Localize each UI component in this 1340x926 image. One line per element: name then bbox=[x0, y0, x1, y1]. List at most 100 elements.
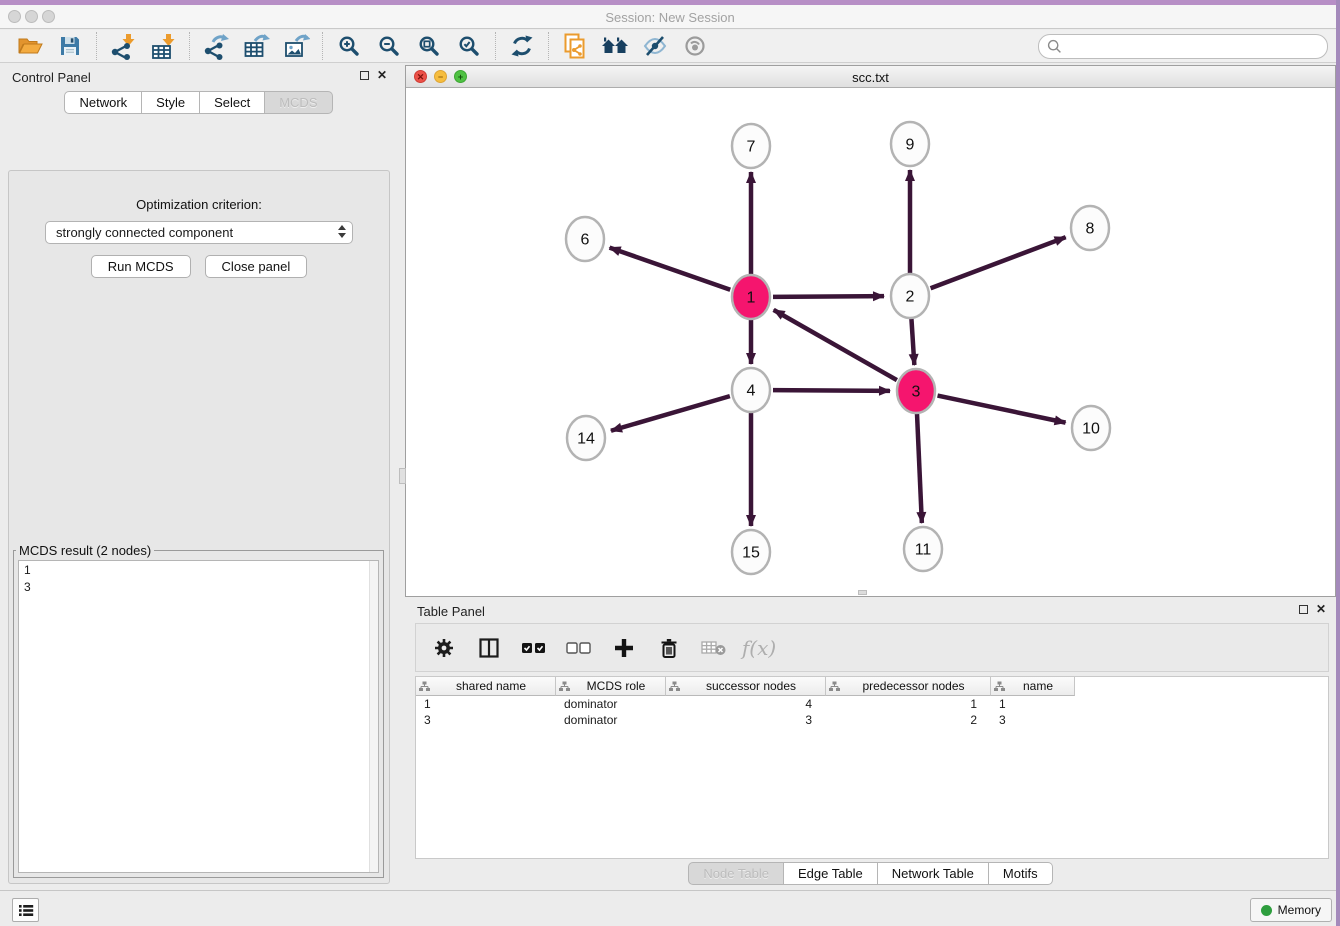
toolbar-separator bbox=[96, 32, 97, 60]
table-cell[interactable]: 2 bbox=[826, 713, 991, 727]
hide-selected-icon[interactable] bbox=[635, 31, 675, 61]
import-network-icon[interactable] bbox=[103, 31, 143, 61]
edge-1-6[interactable] bbox=[610, 248, 731, 290]
table-panel-title: Table Panel bbox=[417, 604, 485, 619]
refresh-icon[interactable] bbox=[502, 31, 542, 61]
tab-network[interactable]: Network bbox=[64, 91, 142, 114]
export-network-icon[interactable] bbox=[196, 31, 236, 61]
network-canvas[interactable]: 1234678910111415 bbox=[406, 88, 1335, 596]
select-all-checkboxes-icon[interactable] bbox=[520, 633, 548, 663]
zoom-out-icon[interactable] bbox=[369, 31, 409, 61]
zoom-fit-icon[interactable] bbox=[409, 31, 449, 61]
settings-gear-icon[interactable] bbox=[430, 633, 458, 663]
criterion-value: strongly connected component bbox=[56, 225, 233, 240]
node-label-1: 1 bbox=[747, 290, 756, 307]
delete-row-icon[interactable] bbox=[655, 633, 683, 663]
desktop-background-top bbox=[0, 0, 1340, 5]
first-neighbors-icon[interactable] bbox=[595, 31, 635, 61]
tab-style[interactable]: Style bbox=[142, 91, 200, 114]
horizontal-splitter-grip[interactable] bbox=[858, 590, 867, 595]
tab-mcds[interactable]: MCDS bbox=[265, 91, 332, 114]
clone-network-icon[interactable] bbox=[555, 31, 595, 61]
edge-1-2[interactable] bbox=[773, 296, 884, 297]
node-label-8: 8 bbox=[1086, 221, 1095, 238]
function-builder-icon[interactable]: f(x) bbox=[745, 633, 773, 663]
fx-label: f(x) bbox=[742, 636, 776, 660]
control-panel-title: Control Panel bbox=[12, 70, 91, 85]
table-cell[interactable]: dominator bbox=[556, 713, 666, 727]
column-header-MCDS-role[interactable]: MCDS role bbox=[556, 677, 666, 696]
edge-2-8[interactable] bbox=[931, 237, 1066, 288]
run-mcds-button[interactable]: Run MCDS bbox=[91, 255, 191, 278]
network-window-titlebar[interactable]: ✕ − + scc.txt bbox=[406, 66, 1335, 88]
column-header-shared-name[interactable]: shared name bbox=[416, 677, 556, 696]
mcds-result-title: MCDS result (2 nodes) bbox=[16, 543, 154, 558]
tab-network-table[interactable]: Network Table bbox=[878, 862, 989, 885]
edge-3-11[interactable] bbox=[917, 413, 922, 523]
table-cell[interactable]: 3 bbox=[991, 713, 1075, 727]
node-label-14: 14 bbox=[577, 431, 595, 448]
tab-node-table[interactable]: Node Table bbox=[688, 862, 784, 885]
toolbar-separator bbox=[189, 32, 190, 60]
zoom-selected-icon[interactable] bbox=[449, 31, 489, 61]
search-input[interactable] bbox=[1067, 40, 1319, 54]
open-session-icon[interactable] bbox=[10, 31, 50, 61]
edge-4-3[interactable] bbox=[773, 390, 890, 391]
close-panel-icon[interactable]: ✕ bbox=[377, 70, 387, 81]
tab-edge-table[interactable]: Edge Table bbox=[784, 862, 878, 885]
table-body: 1dominator4113dominator323 bbox=[416, 696, 1328, 728]
table-cell[interactable]: 1 bbox=[826, 697, 991, 711]
table-cell[interactable]: 3 bbox=[416, 713, 556, 727]
tab-motifs[interactable]: Motifs bbox=[989, 862, 1053, 885]
export-table-icon[interactable] bbox=[236, 31, 276, 61]
close-panel-button[interactable]: Close panel bbox=[205, 255, 308, 278]
edge-2-3[interactable] bbox=[911, 318, 914, 365]
control-panel-tabs: NetworkStyleSelectMCDS bbox=[0, 91, 397, 114]
search-box[interactable] bbox=[1038, 34, 1328, 59]
node-label-10: 10 bbox=[1082, 421, 1100, 438]
column-header-successor-nodes[interactable]: successor nodes bbox=[666, 677, 826, 696]
add-row-icon[interactable] bbox=[610, 633, 638, 663]
toggle-columns-icon[interactable] bbox=[475, 633, 503, 663]
delete-table-icon[interactable] bbox=[700, 633, 728, 663]
node-label-7: 7 bbox=[747, 139, 756, 156]
memory-button[interactable]: Memory bbox=[1250, 898, 1332, 922]
table-row[interactable]: 3dominator323 bbox=[416, 712, 1328, 728]
task-history-button[interactable] bbox=[12, 898, 39, 922]
show-all-icon[interactable] bbox=[675, 31, 715, 61]
criterion-dropdown[interactable]: strongly connected component bbox=[45, 221, 353, 244]
toolbar-separator bbox=[322, 32, 323, 60]
table-cell[interactable]: 1 bbox=[416, 697, 556, 711]
node-label-4: 4 bbox=[747, 383, 756, 400]
node-table[interactable]: shared nameMCDS rolesuccessor nodesprede… bbox=[415, 676, 1329, 859]
memory-status-icon bbox=[1261, 905, 1272, 916]
mcds-result-text[interactable]: 1 3 bbox=[18, 560, 379, 873]
table-header-row: shared nameMCDS rolesuccessor nodesprede… bbox=[416, 677, 1328, 696]
tab-select[interactable]: Select bbox=[200, 91, 265, 114]
network-graph[interactable]: 1234678910111415 bbox=[406, 88, 1335, 596]
vertical-splitter-grip[interactable] bbox=[399, 468, 406, 484]
result-scrollbar[interactable] bbox=[369, 561, 378, 872]
table-cell[interactable]: dominator bbox=[556, 697, 666, 711]
column-header-name[interactable]: name bbox=[991, 677, 1075, 696]
close-table-panel-icon[interactable]: ✕ bbox=[1316, 604, 1326, 615]
float-table-panel-icon[interactable] bbox=[1299, 605, 1308, 614]
table-cell[interactable]: 3 bbox=[666, 713, 826, 727]
table-cell[interactable]: 4 bbox=[666, 697, 826, 711]
app-titlebar: Session: New Session bbox=[0, 5, 1340, 29]
table-toolbar: f(x) bbox=[415, 623, 1329, 672]
import-table-icon[interactable] bbox=[143, 31, 183, 61]
save-session-icon[interactable] bbox=[50, 31, 90, 61]
zoom-in-icon[interactable] bbox=[329, 31, 369, 61]
status-bar: Memory bbox=[0, 890, 1340, 926]
table-row[interactable]: 1dominator411 bbox=[416, 696, 1328, 712]
edge-4-14[interactable] bbox=[611, 396, 730, 431]
edge-3-10[interactable] bbox=[938, 396, 1066, 423]
table-cell[interactable]: 1 bbox=[991, 697, 1075, 711]
export-image-icon[interactable] bbox=[276, 31, 316, 61]
edge-3-1[interactable] bbox=[774, 310, 897, 380]
table-tabs: Node TableEdge TableNetwork TableMotifs bbox=[405, 862, 1336, 885]
column-header-predecessor-nodes[interactable]: predecessor nodes bbox=[826, 677, 991, 696]
float-panel-icon[interactable] bbox=[360, 71, 369, 80]
deselect-all-checkboxes-icon[interactable] bbox=[565, 633, 593, 663]
